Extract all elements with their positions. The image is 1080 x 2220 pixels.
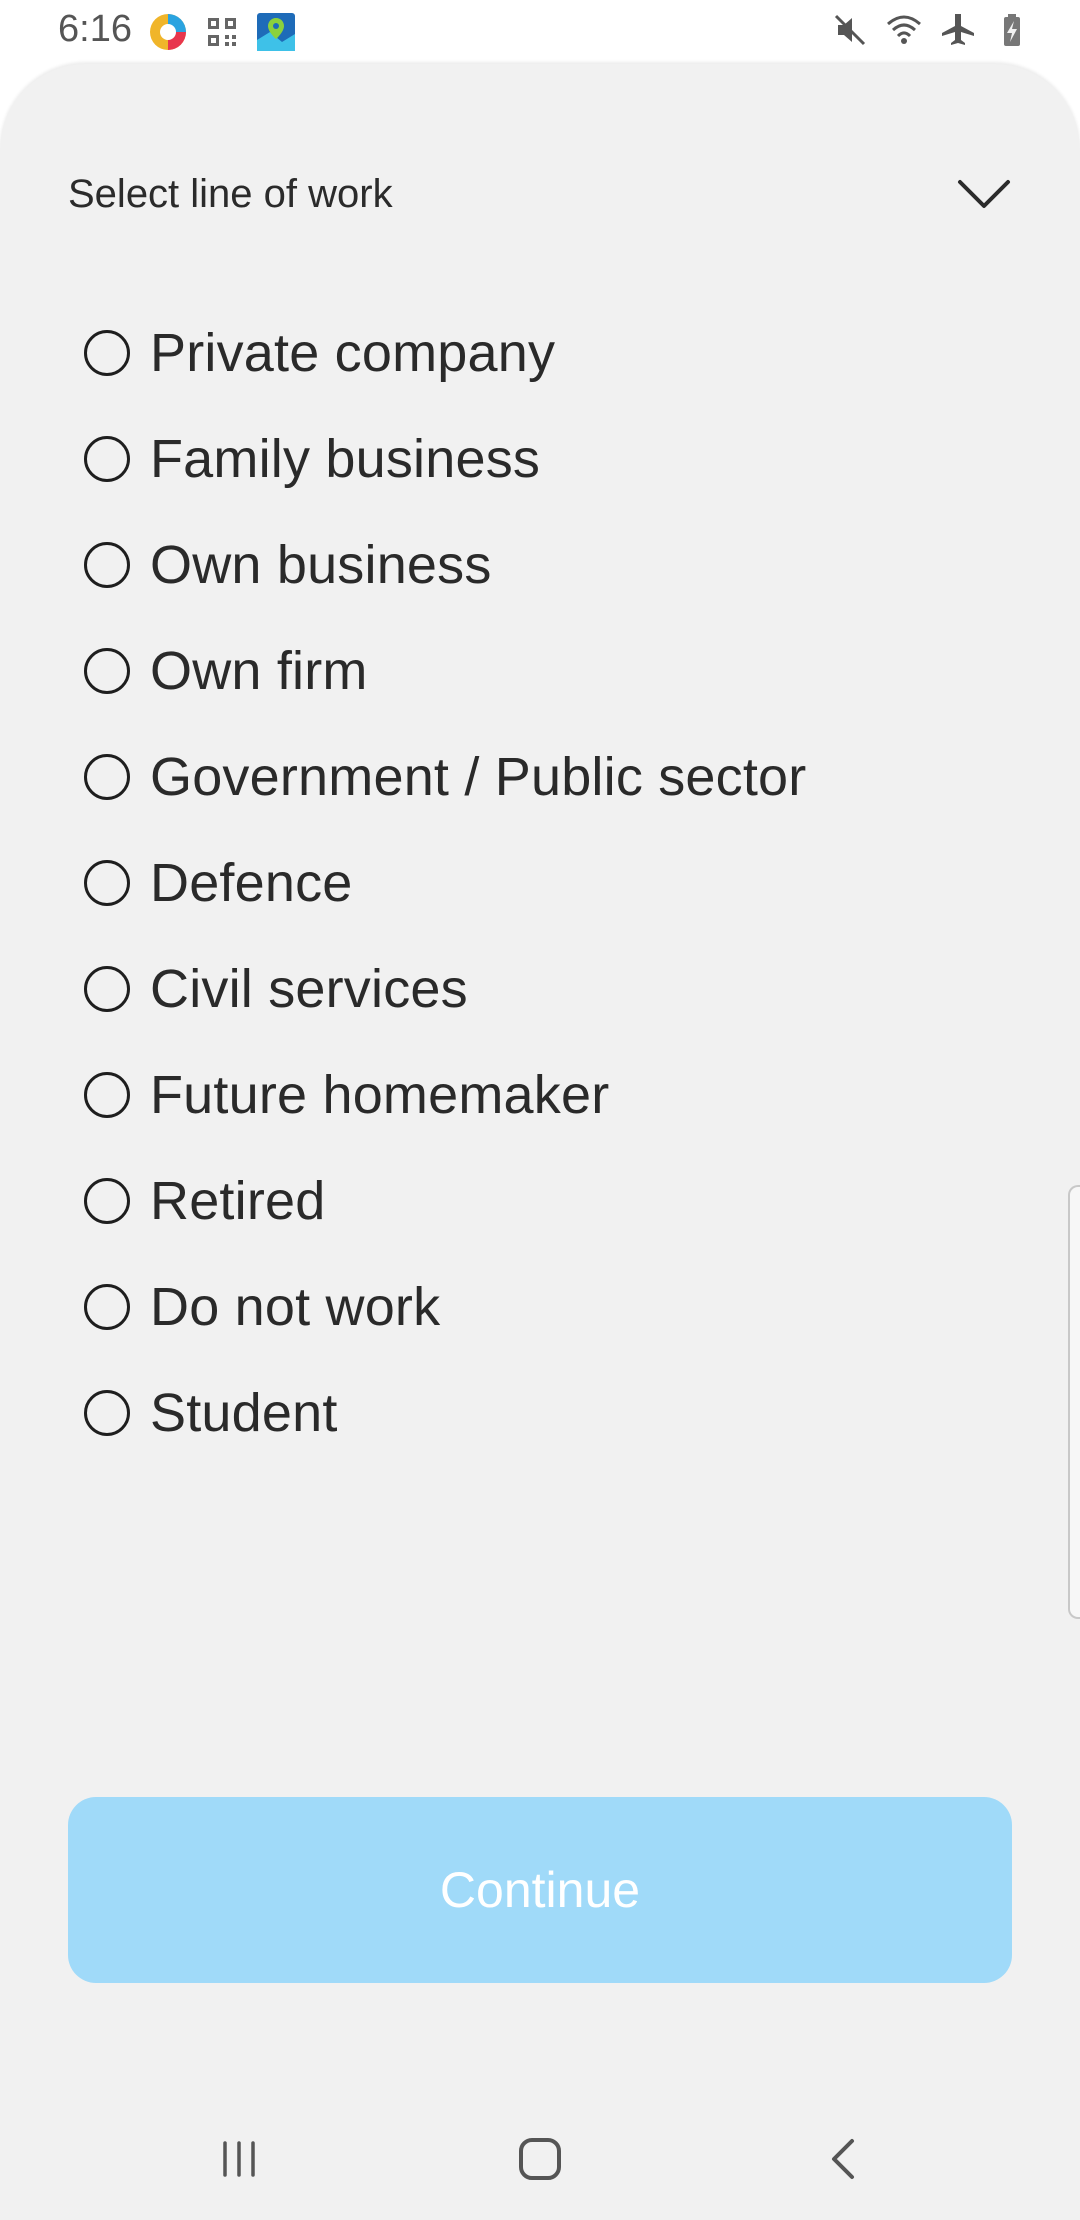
edge-panel-handle[interactable]	[1068, 1185, 1080, 1619]
option-label: Civil services	[150, 959, 468, 1019]
line-of-work-options: Private company Family business Own busi…	[84, 300, 984, 1466]
option-label: Government / Public sector	[150, 747, 807, 807]
continue-button[interactable]: Continue	[68, 1797, 1012, 1983]
back-button[interactable]	[804, 2124, 884, 2194]
mute-icon	[834, 14, 866, 46]
status-app-icons	[148, 12, 296, 52]
option-label: Private company	[150, 323, 556, 383]
radio-unchecked-icon[interactable]	[84, 330, 130, 376]
airplane-mode-icon	[942, 14, 974, 45]
radio-unchecked-icon[interactable]	[84, 1284, 130, 1330]
home-icon	[519, 2138, 561, 2180]
option-label: Own firm	[150, 641, 368, 701]
maps-icon	[257, 13, 295, 51]
option-own-firm[interactable]: Own firm	[84, 618, 984, 724]
radio-unchecked-icon[interactable]	[84, 1072, 130, 1118]
option-label: Retired	[150, 1171, 326, 1231]
option-civil-services[interactable]: Civil services	[84, 936, 984, 1042]
radio-unchecked-icon[interactable]	[84, 860, 130, 906]
radio-unchecked-icon[interactable]	[84, 436, 130, 482]
option-student[interactable]: Student	[84, 1360, 984, 1466]
radio-unchecked-icon[interactable]	[84, 648, 130, 694]
option-label: Defence	[150, 853, 353, 913]
option-label: Family business	[150, 429, 541, 489]
option-private-company[interactable]: Private company	[84, 300, 984, 406]
recents-icon	[223, 2141, 255, 2177]
option-label: Own business	[150, 535, 492, 595]
option-defence[interactable]: Defence	[84, 830, 984, 936]
status-system-icons	[832, 12, 1030, 48]
option-do-not-work[interactable]: Do not work	[84, 1254, 984, 1360]
radio-unchecked-icon[interactable]	[84, 1390, 130, 1436]
option-family-business[interactable]: Family business	[84, 406, 984, 512]
back-icon	[832, 2139, 854, 2179]
radio-unchecked-icon[interactable]	[84, 542, 130, 588]
sheet-title: Select line of work	[68, 172, 393, 216]
option-future-homemaker[interactable]: Future homemaker	[84, 1042, 984, 1148]
option-label: Do not work	[150, 1277, 441, 1337]
option-retired[interactable]: Retired	[84, 1148, 984, 1254]
radio-unchecked-icon[interactable]	[84, 1178, 130, 1224]
radio-unchecked-icon[interactable]	[84, 754, 130, 800]
home-button[interactable]	[500, 2124, 580, 2194]
option-label: Future homemaker	[150, 1065, 610, 1125]
sheet-header[interactable]: Select line of work	[68, 154, 1012, 234]
option-own-business[interactable]: Own business	[84, 512, 984, 618]
status-time: 6:16	[58, 8, 132, 50]
wifi-icon	[887, 15, 921, 44]
chevron-down-icon[interactable]	[956, 170, 1012, 216]
option-label: Student	[150, 1383, 338, 1443]
option-government-public-sector[interactable]: Government / Public sector	[84, 724, 984, 830]
recents-button[interactable]	[199, 2124, 279, 2194]
radio-unchecked-icon[interactable]	[84, 966, 130, 1012]
status-bar: 6:16	[0, 0, 1080, 64]
line-of-work-sheet: Select line of work Private company Fami…	[0, 64, 1080, 2104]
chrome-like-app-icon	[150, 14, 186, 50]
battery-charging-icon	[1004, 14, 1020, 46]
qr-code-icon	[208, 18, 236, 46]
navigation-bar	[0, 2104, 1080, 2220]
